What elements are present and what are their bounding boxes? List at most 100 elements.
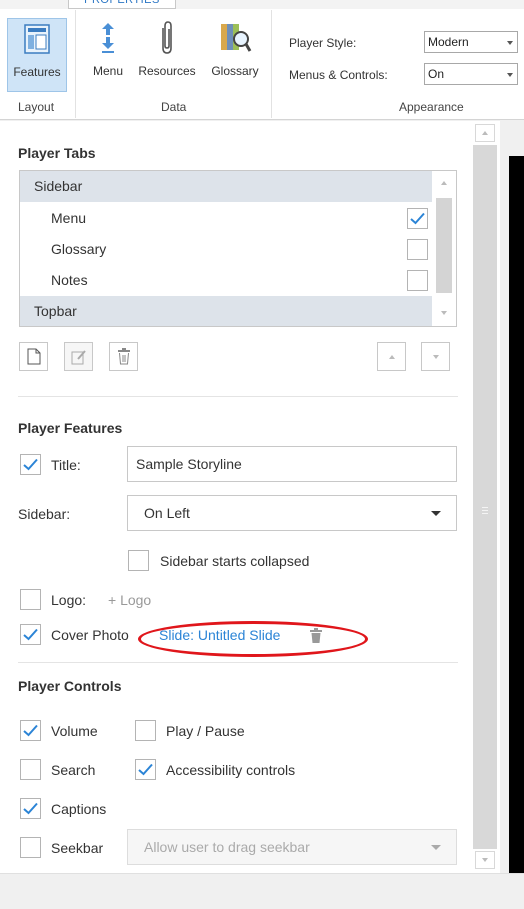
sidebar-collapsed-checkbox[interactable] [128,550,149,571]
check-icon [23,802,38,815]
glossary-icon [218,18,252,58]
captions-label: Captions [51,801,107,817]
sidebar-collapsed-label: Sidebar starts collapsed [160,553,310,569]
list-item-label: Notes [51,272,88,288]
tab-properties[interactable]: PROPERTIES [68,0,176,9]
grip-line [482,513,488,514]
grip-line [482,507,488,508]
check-icon [23,628,38,641]
title-input[interactable]: Sample Storyline [127,446,457,482]
search-checkbox[interactable] [20,759,41,780]
arrow-down-icon [482,858,488,862]
delete-tab-button[interactable] [109,342,138,371]
chevron-down-icon [507,73,513,77]
checkbox-glossary[interactable] [407,239,428,260]
menu-icon [97,18,119,58]
ribbon-separator [75,10,76,118]
play-pause-checkbox[interactable] [135,720,156,741]
scroll-down-button[interactable] [475,851,495,869]
check-icon [23,724,38,737]
new-document-icon [27,348,40,365]
volume-label: Volume [51,723,98,739]
divider [18,396,458,397]
move-up-button[interactable] [377,342,406,371]
resources-label: Resources [138,64,196,78]
properties-panel: Player Tabs Sidebar Menu Glossary Notes … [0,121,470,873]
glossary-button[interactable]: Glossary [206,18,264,92]
player-controls-title: Player Controls [18,678,122,694]
status-bar [0,873,524,909]
ribbon-separator [271,10,272,118]
play-pause-label: Play / Pause [166,723,245,739]
title-checkbox[interactable] [20,454,41,475]
chevron-down-icon [431,511,441,516]
logo-label: Logo: [51,592,87,608]
cover-photo-checkbox[interactable] [20,624,41,645]
volume-checkbox[interactable] [20,720,41,741]
list-item[interactable]: Glossary [20,234,432,265]
group-label-layout: Layout [18,100,55,114]
scroll-down-icon[interactable] [441,311,447,315]
features-button[interactable]: Features [7,18,67,92]
checkbox-menu[interactable] [407,208,428,229]
move-down-button[interactable] [421,342,450,371]
cover-photo-label: Cover Photo [51,627,129,643]
logo-checkbox[interactable] [20,589,41,610]
captions-checkbox[interactable] [20,798,41,819]
list-item-label: Sidebar [34,178,83,194]
menus-controls-value: On [428,67,445,81]
list-item[interactable]: Topbar [20,296,432,326]
glossary-label: Glossary [211,64,259,78]
menus-controls-select[interactable]: On [424,63,518,85]
menu-button[interactable]: Menu [86,18,130,92]
edit-tab-button[interactable] [64,342,93,371]
player-features-title: Player Features [18,420,123,436]
scroll-up-icon[interactable] [441,181,447,185]
trash-icon [117,348,130,365]
paperclip-icon [158,18,176,58]
player-style-select[interactable]: Modern [424,31,518,53]
seekbar-label: Seekbar [51,840,104,856]
menus-controls-label: Menus & Controls: [289,68,388,82]
list-item[interactable]: Sidebar [20,171,432,202]
list-item-label: Menu [51,210,87,226]
panel-scroll-thumb[interactable] [473,145,497,849]
list-scroll-thumb[interactable] [436,198,452,293]
player-style-value: Modern [428,35,469,49]
resources-button[interactable]: Resources [134,18,200,92]
slide-canvas-edge [509,156,524,873]
sidebar-select[interactable]: On Left [127,495,457,531]
arrow-up-icon [482,131,488,135]
chevron-down-icon [507,41,513,45]
highlight-annotation [138,621,368,657]
arrow-up-icon [388,354,395,359]
panel-scrollbar[interactable] [470,121,500,873]
player-style-label: Player Style: [289,36,357,50]
list-item[interactable]: Notes [20,265,432,296]
sidebar-label: Sidebar: [18,506,71,522]
features-label: Features [13,65,61,79]
group-label-appearance: Appearance [399,100,464,114]
player-tabs-title: Player Tabs [18,145,96,161]
menu-label: Menu [92,64,124,78]
seekbar-select[interactable]: Allow user to drag seekbar [127,829,457,865]
list-scrollbar[interactable] [432,171,456,326]
scroll-up-button[interactable] [475,124,495,142]
list-item-label: Topbar [34,303,77,319]
group-label-data: Data [161,100,187,114]
list-item[interactable]: Menu [20,203,432,234]
player-tabs-list[interactable]: Sidebar Menu Glossary Notes Topbar [19,170,457,327]
sidebar-select-value: On Left [144,505,190,521]
checkbox-notes[interactable] [407,270,428,291]
check-icon [410,212,425,225]
seekbar-select-value: Allow user to drag seekbar [144,839,310,855]
add-logo-link[interactable]: + Logo [108,592,151,608]
seekbar-checkbox[interactable] [20,837,41,858]
accessibility-checkbox[interactable] [135,759,156,780]
grip-line [482,510,488,511]
new-tab-button[interactable] [19,342,48,371]
edit-icon [71,349,86,364]
title-label: Title: [51,457,81,473]
divider [18,662,458,663]
search-label: Search [51,762,96,778]
